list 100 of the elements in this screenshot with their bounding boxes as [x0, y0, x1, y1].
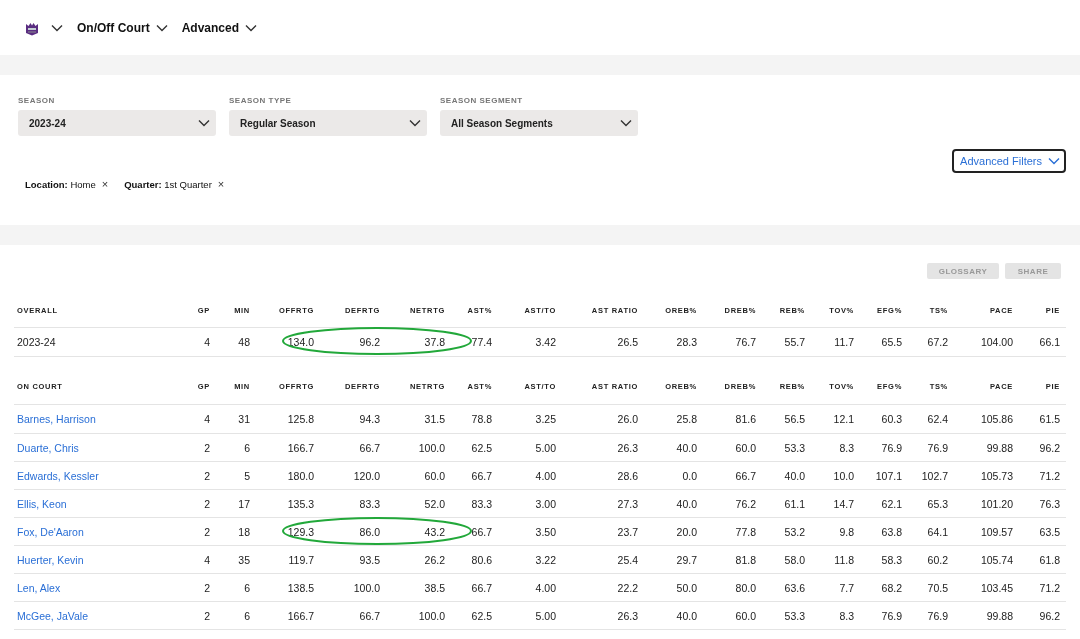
- table-cell: 58.0: [756, 545, 805, 574]
- table-cell: 27.3: [556, 489, 638, 518]
- table-cell: 62.5: [445, 433, 492, 462]
- table-cell: 60.2: [902, 545, 948, 574]
- table-cell: 86.0: [314, 517, 380, 546]
- chevron-down-icon: [620, 119, 632, 127]
- table-cell: 77.8: [697, 517, 756, 546]
- table-cell: 6: [210, 601, 250, 630]
- table-cell: 63.8: [854, 517, 902, 546]
- chevron-down-icon: [198, 119, 210, 127]
- table-cell: 11.7: [805, 327, 854, 357]
- table-cell: 94.3: [314, 404, 380, 434]
- table-cell: 96.2: [314, 327, 380, 357]
- table-cell: 71.2: [1013, 573, 1066, 602]
- table-cell: 96.2: [1013, 433, 1066, 462]
- table-cell: 50.0: [638, 573, 697, 602]
- table-cell: 109.57: [948, 517, 1013, 546]
- dropdown-field[interactable]: 2023-24: [18, 110, 216, 136]
- table-cell: 60.0: [697, 433, 756, 462]
- table-cell: 8.3: [805, 601, 854, 630]
- player-link[interactable]: McGee, JaVale: [17, 609, 88, 622]
- table-cell: 2: [184, 517, 210, 546]
- table-cell: 100.0: [314, 573, 380, 602]
- filter-tag: Quarter: 1st Quarter: [124, 178, 212, 190]
- table-cell: 66.7: [445, 461, 492, 490]
- table-cell: 17: [210, 489, 250, 518]
- table-cell: 60.0: [380, 461, 445, 490]
- nav-dropdown[interactable]: Advanced: [181, 20, 263, 35]
- advanced-filters-button[interactable]: Advanced Filters: [952, 149, 1066, 173]
- table-cell: 4: [184, 545, 210, 574]
- table-cell: 5.00: [492, 433, 556, 462]
- player-link[interactable]: Ellis, Keon: [17, 497, 67, 510]
- table-cell: 135.3: [250, 489, 314, 518]
- table-cell: 76.3: [1013, 489, 1066, 518]
- table-cell: 76.9: [854, 433, 902, 462]
- table-cell: 76.2: [697, 489, 756, 518]
- table-cell: 2023-24: [17, 336, 56, 348]
- field-label: SEASON TYPE: [229, 96, 293, 105]
- player-link[interactable]: Len, Alex: [17, 581, 61, 594]
- table-cell: 96.2: [1013, 601, 1066, 630]
- table-cell: 53.3: [756, 433, 805, 462]
- table-cell: 22.2: [556, 573, 638, 602]
- table-cell: 2: [184, 489, 210, 518]
- table-cell: 55.7: [756, 327, 805, 357]
- remove-filter-button[interactable]: ×: [217, 178, 225, 190]
- table-cell: 119.7: [250, 545, 314, 574]
- table-cell: 28.6: [556, 461, 638, 490]
- table-cell: 40.0: [638, 601, 697, 630]
- table-cell: 101.20: [948, 489, 1013, 518]
- dropdown-field[interactable]: Regular Season: [229, 110, 427, 136]
- remove-filter-button[interactable]: ×: [101, 178, 109, 190]
- table-cell: 61.1: [756, 489, 805, 518]
- table-cell: 26.2: [380, 545, 445, 574]
- table-cell: 31: [210, 404, 250, 434]
- table-cell: 81.6: [697, 404, 756, 434]
- table-cell: 7.7: [805, 573, 854, 602]
- table-cell: 125.8: [250, 404, 314, 434]
- table-cell: 166.7: [250, 433, 314, 462]
- dropdown-field[interactable]: All Season Segments: [440, 110, 638, 136]
- table-cell: 2: [184, 573, 210, 602]
- table-cell: 31.5: [380, 404, 445, 434]
- table-cell: 63.6: [756, 573, 805, 602]
- table-cell: 43.2: [380, 517, 445, 546]
- table-cell: 40.0: [638, 433, 697, 462]
- table-cell: 64.1: [902, 517, 948, 546]
- table-cell: 6: [210, 433, 250, 462]
- table-cell: 35: [210, 545, 250, 574]
- table-cell: 29.7: [638, 545, 697, 574]
- table-cell: 56.5: [756, 404, 805, 434]
- table-cell: 52.0: [380, 489, 445, 518]
- table-cell: 77.4: [445, 327, 492, 357]
- table-cell: 68.2: [854, 573, 902, 602]
- table-cell: 4: [184, 404, 210, 434]
- table-cell: 99.88: [948, 601, 1013, 630]
- table-cell: 76.9: [902, 433, 948, 462]
- table-cell: 4.00: [492, 573, 556, 602]
- player-link[interactable]: Edwards, Kessler: [17, 469, 99, 482]
- table-cell: 76.9: [854, 601, 902, 630]
- table-cell: 48: [210, 327, 250, 357]
- table-cell: 63.5: [1013, 517, 1066, 546]
- table-cell: 138.5: [250, 573, 314, 602]
- table-cell: 8.3: [805, 433, 854, 462]
- table-cell: 100.0: [380, 433, 445, 462]
- table-cell: 26.5: [556, 327, 638, 357]
- table-cell: 80.0: [697, 573, 756, 602]
- player-link[interactable]: Fox, De'Aaron: [17, 525, 84, 538]
- table-cell: 129.3: [250, 517, 314, 546]
- table-cell: 38.5: [380, 573, 445, 602]
- chevron-down-icon: [1048, 157, 1060, 165]
- table-cell: 66.7: [445, 517, 492, 546]
- player-link[interactable]: Barnes, Harrison: [17, 413, 96, 425]
- table-cell: 66.7: [445, 573, 492, 602]
- table-cell: 25.4: [556, 545, 638, 574]
- nav-dropdown[interactable]: On/Off Court: [77, 20, 174, 35]
- table-cell: 93.5: [314, 545, 380, 574]
- table-cell: 134.0: [250, 327, 314, 357]
- player-link[interactable]: Duarte, Chris: [17, 441, 79, 454]
- table-cell: 0.0: [638, 461, 697, 490]
- table-cell: 166.7: [250, 601, 314, 630]
- player-link[interactable]: Huerter, Kevin: [17, 553, 84, 566]
